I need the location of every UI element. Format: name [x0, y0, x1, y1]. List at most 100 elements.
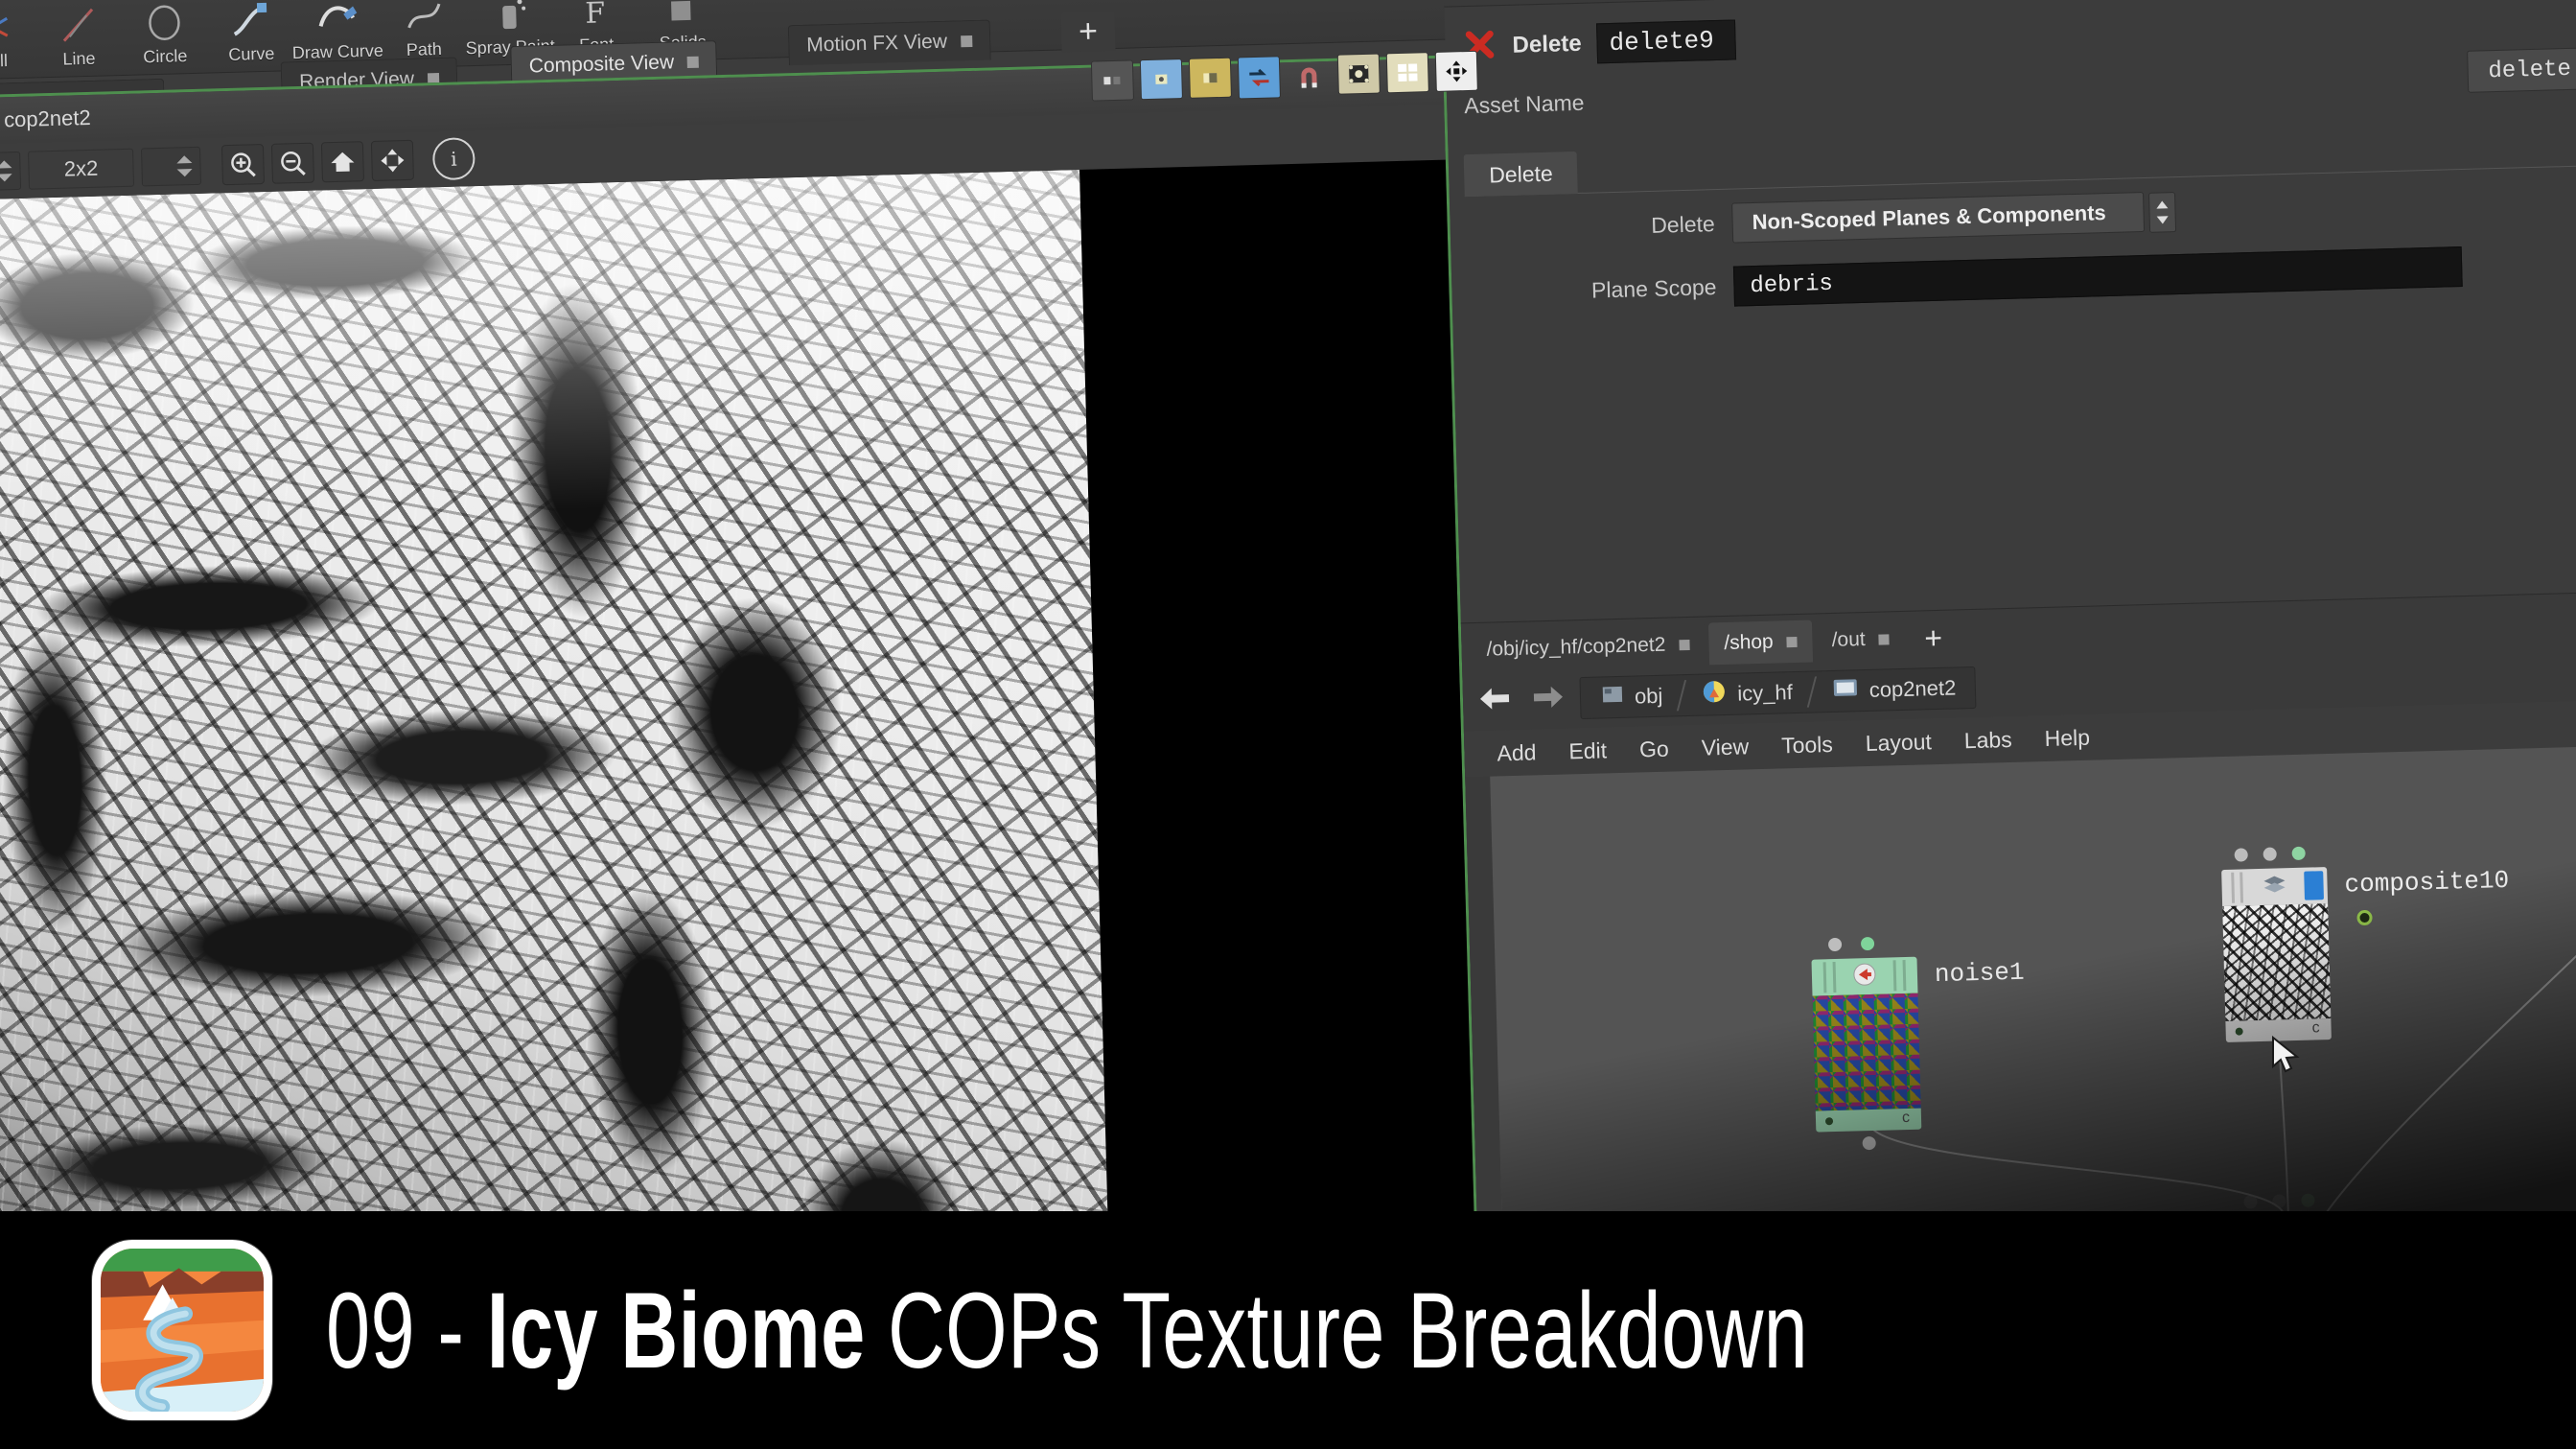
composite-view-title: cop2net2: [3, 105, 91, 132]
node-flag-bar[interactable]: [1811, 956, 1918, 996]
screenshot-root: Null Line Circle Curve Draw Curve Path S…: [0, 0, 2576, 1449]
layers-icon: [2262, 874, 2287, 900]
parameter-row-plane-scope: Plane Scope debris: [1467, 243, 2576, 314]
menu-tools[interactable]: Tools: [1781, 731, 1833, 758]
network-breadcrumb-obj[interactable]: obj: [1580, 674, 1683, 719]
display-flag-icon[interactable]: [2304, 871, 2324, 900]
node-label: noise1: [1934, 957, 2025, 990]
title-episode: 09 -: [326, 1270, 487, 1391]
network-tab-out[interactable]: /out: [1816, 617, 1906, 663]
draw-curve-icon: [314, 0, 360, 40]
fit-icon[interactable]: [370, 139, 414, 181]
corner-pin-icon[interactable]: [1336, 53, 1381, 95]
network-back-arrow-icon[interactable]: [1476, 683, 1516, 717]
node-type-label: Delete: [1512, 30, 1582, 58]
move-icon[interactable]: [1434, 50, 1478, 92]
right-column: obj icy_h...: [1442, 0, 2576, 1371]
menu-help[interactable]: Help: [2044, 724, 2090, 751]
video-title-bar: 09 - Icy Biome COPs Texture Breakdown: [0, 1211, 2576, 1449]
title-bold: Icy Biome: [486, 1270, 866, 1391]
spray-paint-icon: [487, 0, 532, 35]
parameter-header: Delete delete9: [1445, 0, 2576, 75]
menu-labs[interactable]: Labs: [1963, 726, 2012, 753]
parameter-label: Delete: [1650, 210, 1716, 238]
menu-add[interactable]: Add: [1497, 739, 1537, 766]
obj-icon: [1600, 682, 1626, 713]
cop-network-icon: [1830, 674, 1860, 708]
network-tab-shop[interactable]: /shop: [1707, 619, 1814, 666]
tab-delete[interactable]: Delete: [1463, 151, 1579, 198]
quad-view-icon[interactable]: [1385, 52, 1429, 94]
magnet-icon[interactable]: [1287, 55, 1332, 98]
line-icon: [56, 4, 101, 47]
plane-stepper[interactable]: [0, 151, 22, 192]
home-icon[interactable]: [320, 141, 364, 183]
node-noise1[interactable]: c noise1: [1811, 936, 2025, 1151]
network-tab-label: /shop: [1724, 630, 1774, 654]
operator-menu-label: delete: [2488, 56, 2572, 84]
network-breadcrumb: obj icy_hf cop2net2: [1579, 666, 1977, 720]
composite-view-pane: cop2net2 2x2 i: [0, 55, 1481, 1412]
resolution-field[interactable]: 2x2: [28, 148, 135, 190]
svg-text:F: F: [585, 0, 606, 31]
circle-icon: [142, 1, 187, 44]
node-name-field[interactable]: delete9: [1596, 19, 1737, 64]
close-icon[interactable]: [960, 35, 973, 47]
node-flag-bar[interactable]: [2221, 867, 2329, 907]
network-tab-label: /out: [1831, 628, 1866, 651]
node-label: composite10: [2344, 865, 2510, 900]
tab-motion-fx-view[interactable]: Motion FX View: [787, 19, 991, 66]
asset-name-label: Asset Name: [1463, 89, 1585, 119]
plane-scope-input[interactable]: debris: [1732, 246, 2463, 307]
breadcrumb-label: cop2net2: [1868, 675, 1957, 702]
path-icon: [401, 0, 446, 37]
single-image-icon[interactable]: [1090, 59, 1134, 102]
plus-icon: +: [1078, 12, 1099, 50]
zoom-out-icon[interactable]: [270, 142, 315, 184]
menu-layout[interactable]: Layout: [1865, 729, 1932, 757]
curve-icon: [228, 0, 273, 42]
parameter-label: Plane Scope: [1590, 273, 1717, 303]
zoom-in-icon[interactable]: [220, 144, 266, 186]
svg-text:i: i: [451, 148, 457, 171]
network-tab-label: /obj/icy_hf/cop2net2: [1486, 633, 1666, 661]
network-forward-arrow-icon[interactable]: [1528, 682, 1567, 716]
title-rest: COPs Texture Breakdown: [865, 1270, 1809, 1391]
tab-label: Motion FX View: [805, 30, 948, 57]
menu-edit[interactable]: Edit: [1568, 737, 1607, 764]
network-breadcrumb-icy-hf[interactable]: icy_hf: [1682, 671, 1813, 717]
mouse-pointer-icon: [2270, 1035, 2303, 1081]
close-icon[interactable]: [1786, 636, 1798, 647]
node-composite10[interactable]: c composite10: [2221, 846, 2510, 1061]
node-thumbnail: [2222, 903, 2332, 1021]
add-network-tab-button[interactable]: +: [1908, 616, 1959, 659]
null-axis-icon: [0, 6, 14, 49]
breadcrumb-label: obj: [1634, 683, 1663, 709]
comp-a-icon[interactable]: [1139, 58, 1183, 101]
render-flag-icon[interactable]: [1852, 961, 1878, 992]
tab-label: Composite View: [528, 50, 675, 77]
swap-icon[interactable]: [1237, 56, 1281, 100]
stepper-icon[interactable]: [2147, 192, 2177, 233]
comp-b-icon[interactable]: [1188, 57, 1232, 99]
river-canyon-app-icon: [92, 1240, 272, 1420]
geo-icon: [1701, 678, 1729, 712]
network-tab-cop2net2[interactable]: /obj/icy_hf/cop2net2: [1471, 622, 1706, 672]
close-icon[interactable]: [1679, 639, 1690, 650]
delete-mode-dropdown[interactable]: Non-Scoped Planes & Components: [1731, 191, 2177, 244]
menu-go[interactable]: Go: [1639, 736, 1669, 762]
resolution-stepper[interactable]: [140, 146, 202, 187]
close-icon[interactable]: [686, 56, 700, 68]
breadcrumb-label: icy_hf: [1736, 680, 1794, 706]
houdini-application-window: Null Line Circle Curve Draw Curve Path S…: [0, 0, 2576, 1412]
menu-view[interactable]: View: [1701, 734, 1749, 760]
delete-mode-value: Non-Scoped Planes & Components: [1752, 200, 2107, 235]
operator-menu[interactable]: delete: [2467, 47, 2576, 93]
plus-icon: +: [1923, 619, 1943, 655]
page-title: 09 - Icy Biome COPs Texture Breakdown: [326, 1269, 1808, 1392]
font-icon: F: [573, 0, 618, 33]
info-icon[interactable]: i: [431, 137, 476, 181]
add-pane-tab-button[interactable]: +: [1060, 10, 1116, 53]
close-icon[interactable]: [1878, 633, 1890, 645]
network-breadcrumb-cop2net2[interactable]: cop2net2: [1811, 666, 1976, 713]
